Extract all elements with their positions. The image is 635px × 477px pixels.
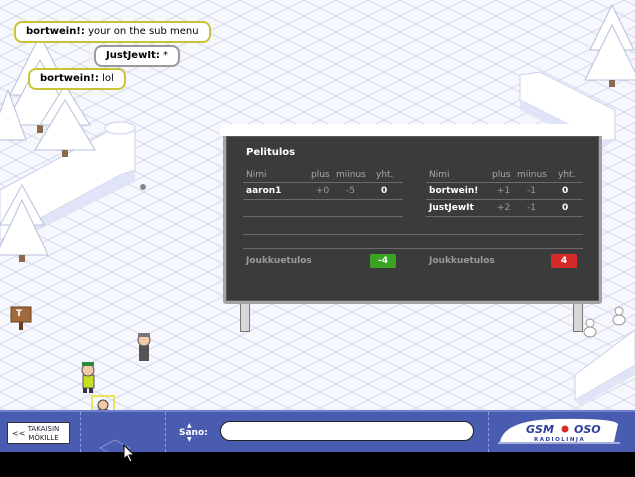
chat-bubble: JustJewIt: * bbox=[94, 45, 181, 67]
say-label: Sano: bbox=[179, 428, 208, 438]
divider bbox=[426, 199, 583, 200]
logo-gsm-text: GSM bbox=[526, 423, 554, 436]
player-plus: +2 bbox=[497, 203, 511, 213]
sign-letter: T bbox=[16, 309, 23, 319]
chat-user: bortwein!: bbox=[40, 73, 99, 84]
mouse-pointer-icon bbox=[123, 444, 136, 463]
snow-bunny bbox=[583, 318, 597, 338]
header-minus: miinus bbox=[336, 170, 366, 180]
scoreboard: Pelitulos Nimi plus miinus yht. Nimi plu… bbox=[220, 124, 605, 304]
player-name: bortwein! bbox=[429, 186, 479, 196]
player-total: 0 bbox=[562, 203, 569, 213]
player-minus: -5 bbox=[346, 186, 355, 196]
divider bbox=[243, 234, 583, 235]
black-footer bbox=[0, 452, 635, 477]
chat-bubble: bortwein!: lol bbox=[28, 68, 126, 90]
toolbar-divider bbox=[488, 412, 489, 452]
logo-radiolinja-text: RADIOLINJA bbox=[534, 437, 585, 443]
divider bbox=[243, 182, 403, 183]
divider bbox=[243, 216, 403, 217]
chat-user: JustJewIt: bbox=[106, 50, 160, 61]
back-to-cabin-button[interactable]: << TAKAISIN MÖKILLE bbox=[7, 422, 70, 444]
player-plus: +0 bbox=[316, 186, 330, 196]
game-stage: bortwein!: your on the sub menu JustJewI… bbox=[0, 0, 635, 477]
board-snow-cap bbox=[220, 124, 605, 136]
header-total: yht. bbox=[376, 170, 394, 180]
divider bbox=[243, 199, 403, 200]
player-name: aaron1 bbox=[246, 186, 282, 196]
snow-bunny bbox=[612, 306, 626, 326]
chat-text: lol bbox=[102, 73, 114, 84]
scoreboard-title: Pelitulos bbox=[246, 147, 296, 158]
player-name: JustJewIt bbox=[429, 203, 474, 213]
chat-text: * bbox=[163, 50, 169, 61]
chat-text: your on the sub menu bbox=[88, 26, 199, 37]
toolbar-divider bbox=[165, 412, 166, 452]
header-minus: miinus bbox=[517, 170, 547, 180]
logo-dot-icon bbox=[561, 425, 569, 433]
double-chevron-left-icon: << bbox=[12, 429, 26, 438]
team-score-label: Joukkuetulos bbox=[429, 256, 495, 266]
header-plus: plus bbox=[492, 170, 511, 180]
header-name: Nimi bbox=[246, 170, 267, 180]
gsm-oso-logo[interactable]: GSM OSO RADIOLINJA bbox=[496, 416, 622, 446]
toolbar-divider bbox=[80, 412, 81, 452]
team-score-label: Joukkuetulos bbox=[246, 256, 312, 266]
player-total: 0 bbox=[562, 186, 569, 196]
divider bbox=[243, 248, 583, 249]
header-total: yht. bbox=[558, 170, 576, 180]
player-total: 0 bbox=[381, 186, 388, 196]
divider bbox=[426, 216, 583, 217]
player-minus: -1 bbox=[527, 186, 536, 196]
chat-bubble: bortwein!: your on the sub menu bbox=[14, 21, 211, 43]
logo-oso-text: OSO bbox=[574, 423, 601, 436]
avatar-player[interactable] bbox=[137, 333, 151, 361]
toolbar-highlight bbox=[0, 410, 635, 412]
chat-user: bortwein!: bbox=[26, 26, 85, 37]
divider bbox=[426, 182, 583, 183]
snowball bbox=[140, 184, 146, 190]
header-plus: plus bbox=[311, 170, 330, 180]
team-score-red: 4 bbox=[551, 254, 577, 268]
header-name: Nimi bbox=[429, 170, 450, 180]
chat-input[interactable] bbox=[220, 421, 474, 441]
team-score-green: -4 bbox=[370, 254, 396, 268]
player-minus: -1 bbox=[527, 203, 536, 213]
avatar-player[interactable] bbox=[81, 362, 95, 393]
player-plus: +1 bbox=[497, 186, 511, 196]
